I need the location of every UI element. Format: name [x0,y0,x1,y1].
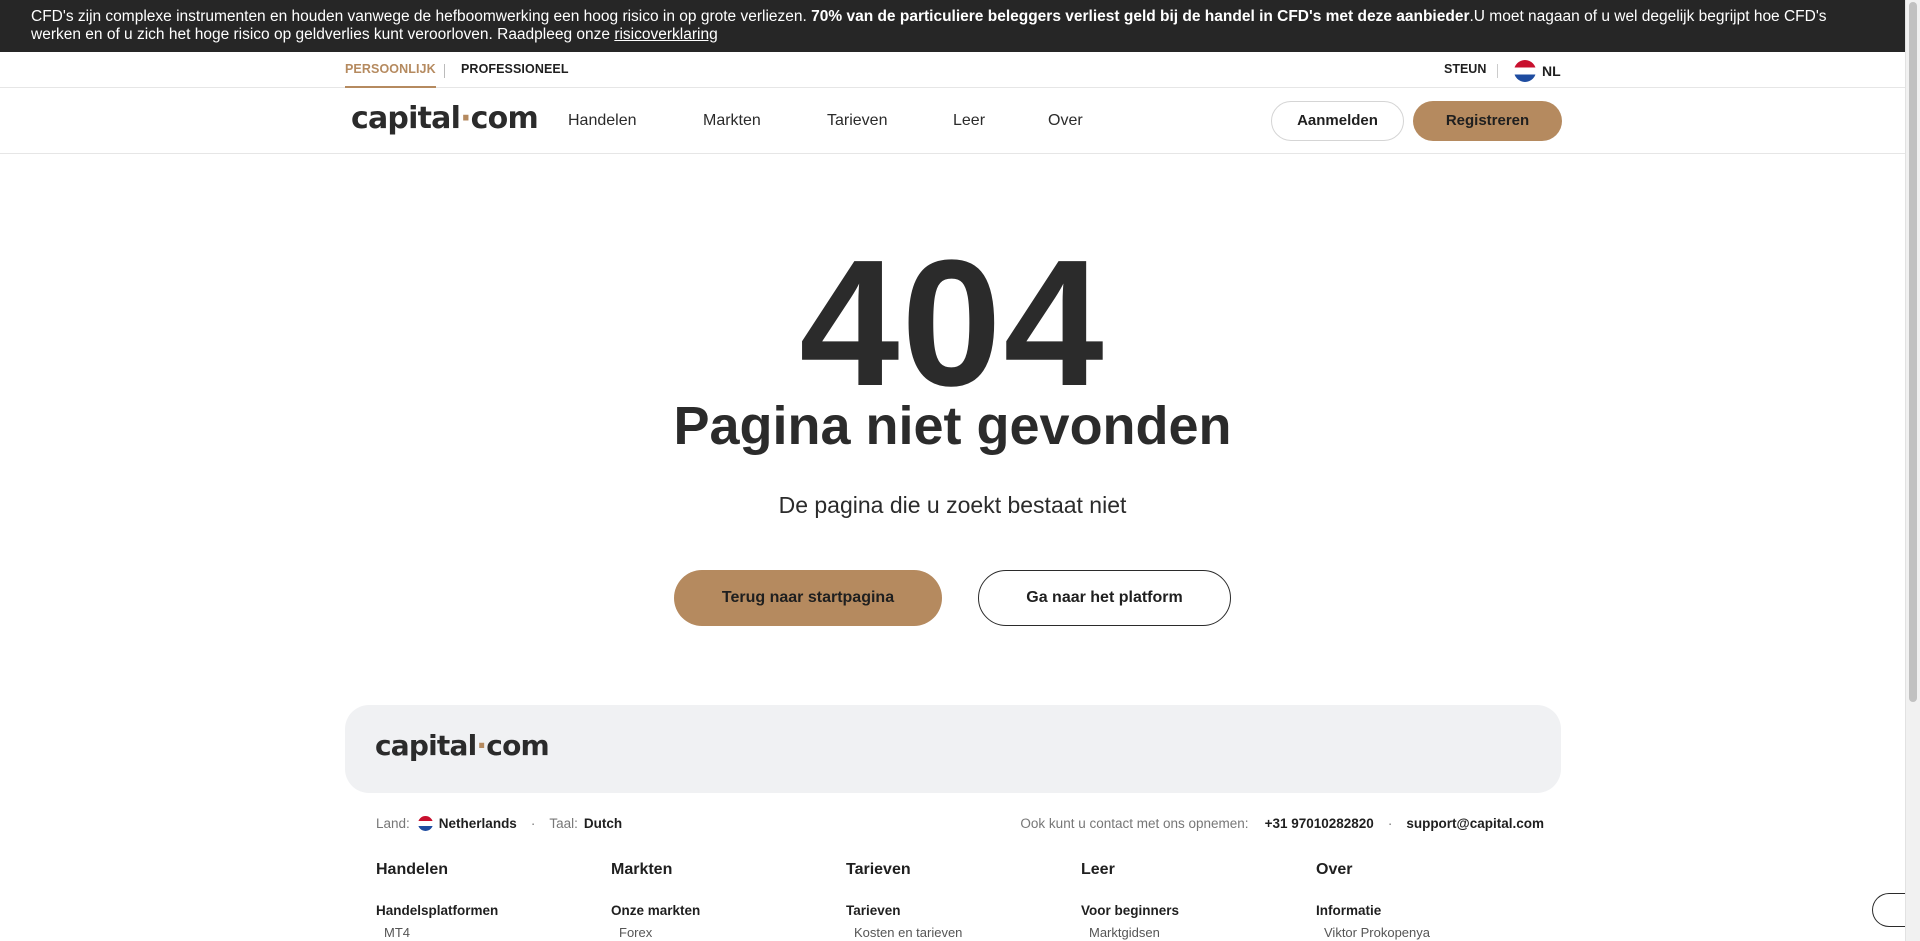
footer-link[interactable]: Marktgidsen [1081,925,1301,941]
footer-logo-panel: capital·com [345,705,1561,793]
footer-link[interactable]: Forex [611,925,831,941]
footer-subheading-link[interactable]: Informatie [1316,903,1536,919]
footer-column-heading: Over [1316,861,1353,878]
language-label: Taal: [549,816,578,831]
language-selector[interactable]: Dutch [584,816,622,831]
go-to-platform-button[interactable]: Ga naar het platform [978,570,1231,626]
footer-logo-dot: · [476,729,487,762]
register-button[interactable]: Registreren [1413,101,1562,141]
back-to-home-button[interactable]: Terug naar startpagina [674,570,942,626]
footer-link[interactable]: Kosten en tarieven [846,925,1066,941]
error-code: 404 [799,223,1106,424]
country-selector[interactable]: Netherlands [439,816,517,831]
footer-column-heading: Handelen [376,861,449,878]
risk-warning-bold-text: 70% van de particuliere beleggers verlie… [811,8,1470,25]
risk-warning-banner: CFD's zijn complexe instrumenten en houd… [0,0,1905,52]
netherlands-flag-icon [1514,60,1536,82]
segment-bar: PERSOONLIJK PROFESSIONEEL STEUN NL [0,52,1905,88]
footer-contact: Ook kunt u contact met ons opnemen: +31 … [1020,816,1544,831]
footer-column-over: Over Informatie Viktor Prokopenya [1316,860,1536,941]
footer-logo[interactable]: capital·com [375,729,550,762]
tab-professional[interactable]: PROFESSIONEEL [461,52,569,88]
netherlands-flag-icon [417,816,433,831]
language-switcher[interactable]: NL [1514,60,1561,82]
footer-locale: Land: Netherlands · Taal: Dutch [376,816,622,831]
tab-personal[interactable]: PERSOONLIJK [345,52,436,88]
nav-over[interactable]: Over [1048,89,1083,154]
nav-markten[interactable]: Markten [703,89,761,154]
footer-column-leer: Leer Voor beginners Marktgidsen [1081,860,1301,941]
footer-column-heading: Leer [1081,861,1115,878]
footer-column-heading: Markten [611,861,673,878]
footer-column-markten: Markten Onze markten Forex [611,860,831,941]
risk-disclosure-link[interactable]: risicoverklaring [614,26,717,43]
footer-logo-text-left: capital [375,729,477,762]
email-link[interactable]: support@capital.com [1406,816,1544,831]
capital-com-logo[interactable]: capital·com [351,101,539,136]
error-subtitle: De pagina die u zoekt bestaat niet [778,492,1127,518]
logo-text-right: com [470,101,539,136]
phone-link[interactable]: +31 97010282820 [1265,816,1374,831]
page-title: Pagina niet gevonden [673,396,1232,456]
page-scrollbar[interactable] [1905,0,1920,941]
segment-divider [444,64,445,78]
dot-separator-icon: · [1387,816,1393,831]
logo-dot: · [460,101,471,136]
scrollbar-thumb[interactable] [1909,2,1917,702]
nav-handelen[interactable]: Handelen [568,89,637,154]
logo-text-left: capital [351,101,461,136]
support-link[interactable]: STEUN [1444,52,1486,88]
footer-column-heading: Tarieven [846,861,911,878]
language-divider [1497,64,1498,78]
nav-tarieven[interactable]: Tarieven [827,89,887,154]
contact-label: Ook kunt u contact met ons opnemen: [1020,816,1249,831]
footer-subheading-link[interactable]: Voor beginners [1081,903,1301,919]
footer-link[interactable]: MT4 [376,925,596,941]
footer-subheading-link[interactable]: Tarieven [846,903,1066,919]
footer-subheading-link[interactable]: Handelsplatformen [376,903,596,919]
footer-column-handelen: Handelen Handelsplatformen MT4 [376,860,596,941]
footer-logo-text-right: com [486,729,549,762]
country-label: Land: [376,816,410,831]
risk-warning-text: CFD's zijn complexe instrumenten en houd… [31,8,812,25]
nav-leer[interactable]: Leer [953,89,985,154]
footer-column-tarieven: Tarieven Tarieven Kosten en tarieven [846,860,1066,941]
login-button[interactable]: Aanmelden [1271,101,1404,141]
main-header: capital·com Handelen Markten Tarieven Le… [0,89,1905,154]
footer-subheading-link[interactable]: Onze markten [611,903,831,919]
footer-link[interactable]: Viktor Prokopenya [1316,925,1536,941]
dot-separator-icon: · [530,816,536,831]
language-code: NL [1542,63,1561,79]
